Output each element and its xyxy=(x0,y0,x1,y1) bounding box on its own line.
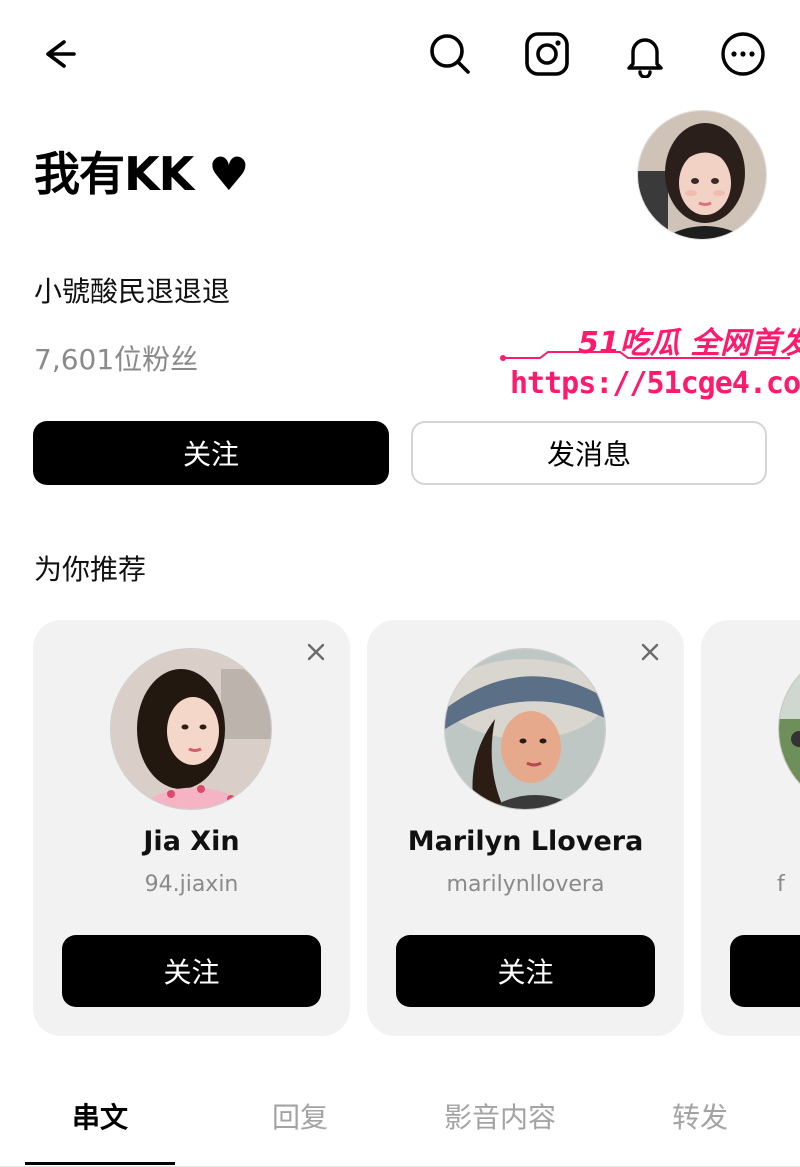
tab-reposts[interactable]: 转发 xyxy=(625,1096,775,1136)
active-tab-indicator xyxy=(25,1162,175,1165)
more-options-icon[interactable] xyxy=(717,28,769,80)
suggestion-follow-button[interactable]: 关注 xyxy=(396,935,655,1007)
watermark-title: 51吃瓜 全网首发 xyxy=(578,326,800,361)
profile-display-name: 我有KK ♥ xyxy=(34,147,250,201)
top-bar xyxy=(0,0,800,110)
suggestion-card[interactable]: Jia Xin 94.jiaxin 关注 xyxy=(33,620,350,1036)
search-icon[interactable] xyxy=(424,28,476,80)
followers-count[interactable]: 7,601位粉丝 xyxy=(34,338,198,378)
message-button[interactable]: 发消息 xyxy=(411,421,767,485)
suggestions-carousel[interactable]: Jia Xin 94.jiaxin 关注 Marilyn Llovera mar… xyxy=(33,620,800,1036)
tab-media[interactable]: 影音内容 xyxy=(425,1096,575,1136)
profile-tabs: 串文 回复 影音内容 转发 xyxy=(0,1080,800,1167)
suggestion-avatar[interactable] xyxy=(444,648,606,810)
suggestion-avatar[interactable] xyxy=(110,648,272,810)
suggestion-handle: marilynllovera xyxy=(446,872,605,897)
suggestion-card[interactable]: f xyxy=(701,620,800,1036)
suggestion-follow-button[interactable]: 关注 xyxy=(62,935,321,1007)
profile-avatar[interactable] xyxy=(637,110,767,240)
suggestion-name[interactable]: Jia Xin xyxy=(33,826,350,857)
suggestion-name[interactable]: Marilyn Llovera xyxy=(367,826,684,857)
close-icon[interactable] xyxy=(304,640,328,664)
watermark-url: https://51cge4.com xyxy=(510,366,800,401)
watermark-overlay: 51吃瓜 全网首发 https://51cge4.com xyxy=(498,312,800,412)
bell-icon[interactable] xyxy=(619,28,671,80)
suggestion-follow-button[interactable] xyxy=(730,935,800,1007)
follow-button[interactable]: 关注 xyxy=(33,421,389,485)
suggestion-avatar[interactable] xyxy=(778,648,800,810)
suggestion-handle: f xyxy=(777,872,785,897)
suggestion-handle: 94.jiaxin xyxy=(144,872,239,897)
tab-posts[interactable]: 串文 xyxy=(25,1096,175,1136)
close-icon[interactable] xyxy=(638,640,662,664)
suggestion-card[interactable]: Marilyn Llovera marilynllovera 关注 xyxy=(367,620,684,1036)
profile-bio: 小號酸民退退退 xyxy=(34,275,231,308)
tab-replies[interactable]: 回复 xyxy=(225,1096,375,1136)
suggestions-title: 为你推荐 xyxy=(34,553,147,586)
instagram-icon[interactable] xyxy=(521,28,573,80)
back-arrow-icon[interactable] xyxy=(36,28,88,80)
